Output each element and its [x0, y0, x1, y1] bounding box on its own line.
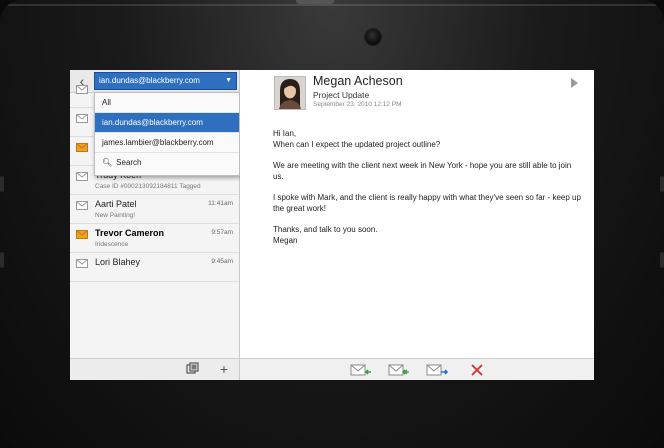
delete-icon[interactable]	[466, 363, 488, 377]
email-body-line: Megan	[273, 236, 298, 245]
bezel-highlight	[6, 4, 658, 6]
power-button	[296, 0, 334, 4]
message-row[interactable]: Trevor Cameron Iridescence 9:57am	[70, 224, 239, 253]
side-button-right-2	[660, 252, 664, 268]
message-sender: Trevor Cameron	[95, 228, 165, 238]
message-action-bar	[240, 358, 594, 380]
dropdown-search[interactable]: 🔍︎ Search	[95, 153, 239, 173]
email-body-line: We are meeting with the client next week…	[273, 161, 572, 181]
front-camera	[365, 29, 381, 45]
side-button-left-1	[0, 176, 4, 192]
message-row[interactable]: Lori Blahey 9:45am	[70, 253, 239, 282]
unread-envelope-icon	[76, 230, 88, 239]
reply-all-icon[interactable]	[388, 363, 410, 377]
email-subject: Project Update	[313, 90, 370, 100]
message-row[interactable]: Aarti Patel New Painting! 11:41am	[70, 195, 239, 224]
message-time: 9:45am	[211, 258, 233, 265]
envelope-icon	[76, 201, 88, 210]
forward-icon[interactable]	[426, 363, 449, 377]
email-body: Hi Ian, When can I expect the updated pro…	[273, 128, 583, 246]
side-button-left-2	[0, 252, 4, 268]
list-footer-toolbar: +	[70, 358, 239, 380]
email-body-line: Thanks, and talk to you soon.	[273, 225, 378, 234]
envelope-icon	[76, 172, 88, 181]
message-sender: Aarti Patel	[95, 199, 137, 209]
account-dropdown-menu: All ian.dundas@blackberry.com james.lamb…	[94, 92, 240, 176]
side-button-right-1	[660, 176, 664, 192]
sender-avatar	[274, 76, 306, 110]
search-icon: 🔍︎	[102, 158, 113, 167]
email-from: Megan Acheson	[313, 74, 403, 88]
search-label: Search	[116, 158, 142, 167]
envelope-icon	[76, 259, 88, 268]
message-list-pane: ‹ ian.dundas@blackberry.com ▼ Project Up…	[70, 70, 240, 380]
dropdown-option-all[interactable]: All	[95, 93, 239, 113]
email-date: September 23, 2010 12:12 PM	[313, 101, 402, 108]
message-time: 9:57am	[211, 229, 233, 236]
reply-icon[interactable]	[350, 363, 372, 377]
tablet-device: ‹ ian.dundas@blackberry.com ▼ Project Up…	[0, 0, 664, 448]
unread-envelope-icon	[76, 143, 88, 152]
message-view-pane: Megan Acheson Project Update September 2…	[240, 70, 594, 380]
envelope-icon	[76, 85, 88, 94]
message-subject: New Painting!	[95, 212, 136, 219]
flag-icon[interactable]	[571, 78, 578, 88]
compose-plus-icon[interactable]: +	[217, 362, 231, 376]
envelope-icon	[76, 114, 88, 123]
email-body-line: I spoke with Mark, and the client is rea…	[273, 193, 581, 213]
message-subject: Case ID #000213092184811 Tagged	[95, 183, 201, 190]
email-body-line: Hi Ian,	[273, 129, 297, 138]
message-time: 11:41am	[208, 200, 233, 207]
multi-select-icon[interactable]	[186, 362, 200, 376]
dropdown-option-james[interactable]: james.lambier@blackberry.com	[95, 133, 239, 153]
message-subject: Iridescence	[95, 241, 129, 248]
screen: ‹ ian.dundas@blackberry.com ▼ Project Up…	[70, 70, 594, 380]
email-body-line	[273, 182, 583, 192]
message-sender: Lori Blahey	[95, 257, 141, 267]
dropdown-option-ian[interactable]: ian.dundas@blackberry.com	[95, 113, 239, 133]
email-body-line	[273, 214, 583, 224]
email-body-line: When can I expect the updated project ou…	[273, 140, 441, 149]
email-body-line	[273, 150, 583, 160]
